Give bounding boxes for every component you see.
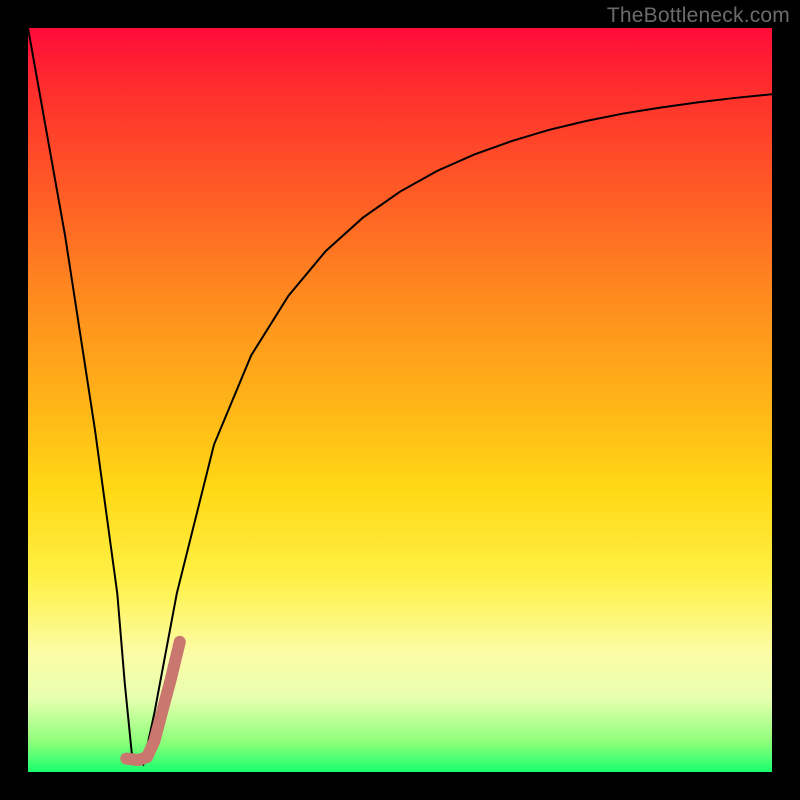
series-bottleneck-curve [28,28,772,765]
chart-svg [28,28,772,772]
series-highlight-segment [126,642,180,760]
chart-frame: TheBottleneck.com [0,0,800,800]
plot-area [28,28,772,772]
attribution-watermark: TheBottleneck.com [607,4,790,28]
series-group [28,28,772,765]
